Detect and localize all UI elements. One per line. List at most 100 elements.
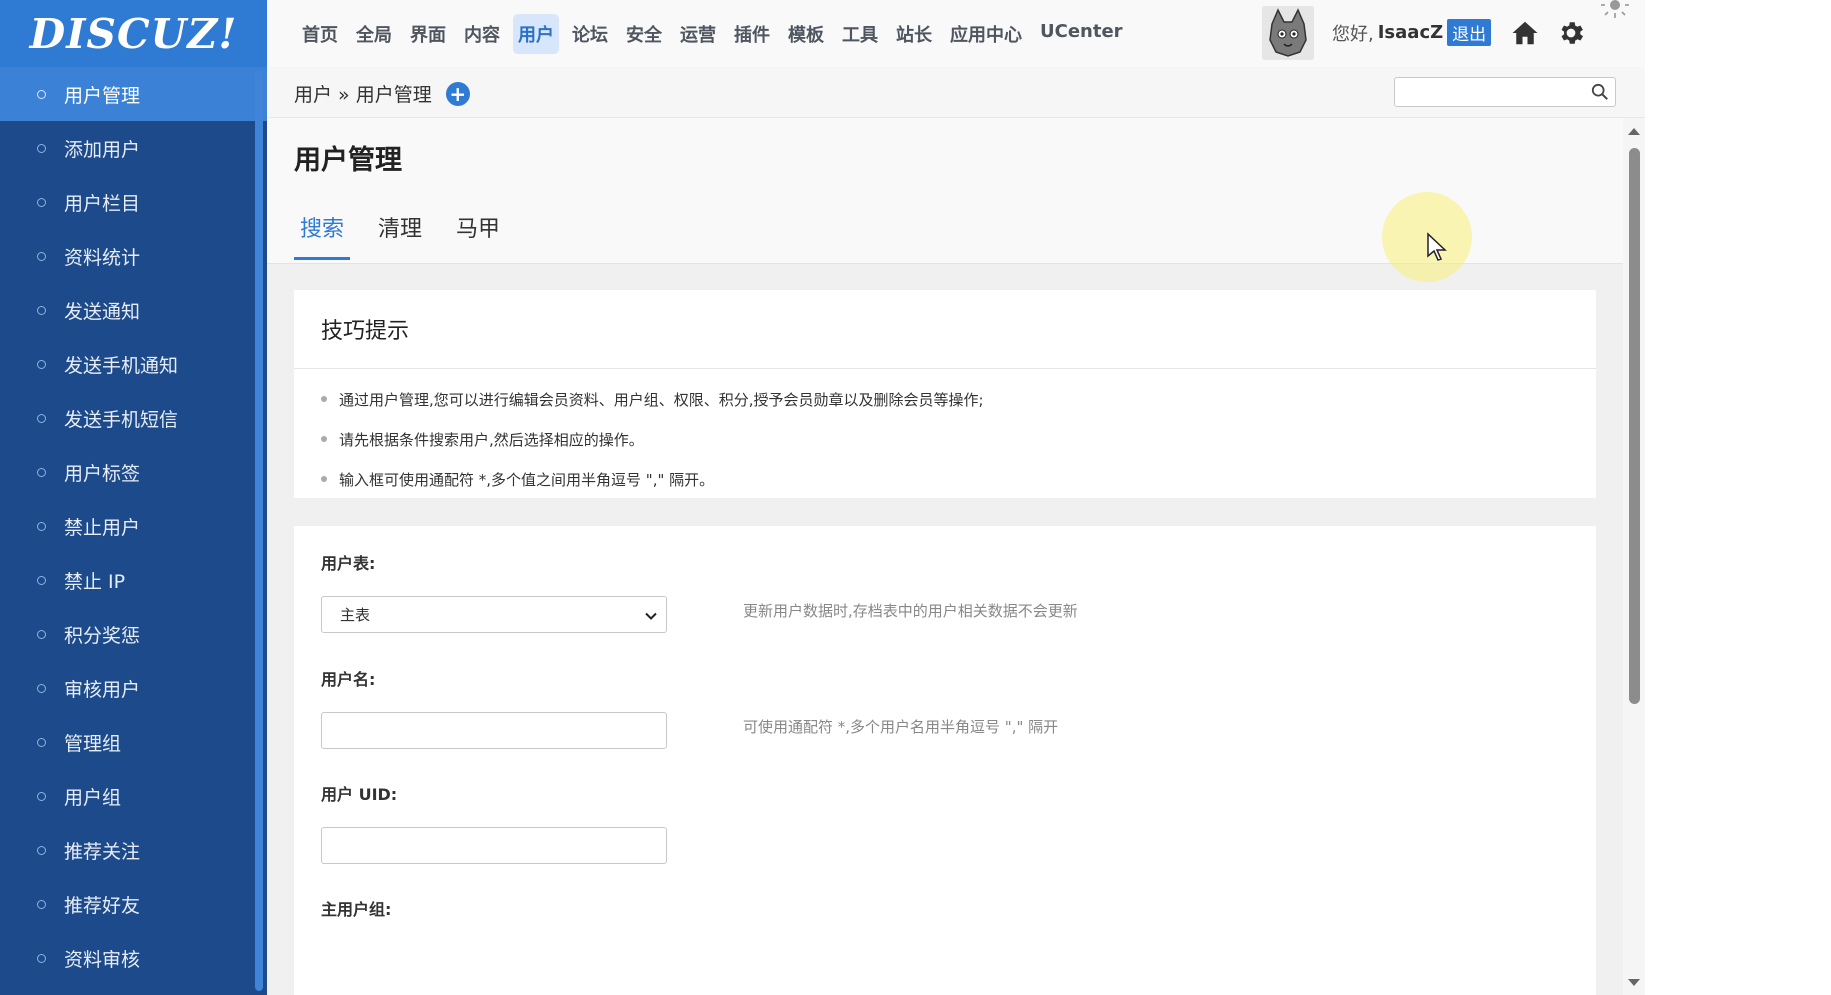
nav-item-forum[interactable]: 论坛: [567, 14, 613, 54]
scroll-down-icon[interactable]: [1627, 978, 1641, 988]
bullet-icon: [37, 737, 46, 747]
tip-item: 输入框可使用通配符 *,多个值之间用半角逗号 "," 隔开。: [321, 459, 1596, 499]
sidebar-item-label: 资料审核: [64, 948, 141, 971]
nav-item-home[interactable]: 首页: [297, 14, 343, 54]
sidebar-item-credit-rewards[interactable]: 积分奖惩: [0, 607, 267, 661]
scroll-thumb[interactable]: [1629, 148, 1640, 704]
avatar[interactable]: [1262, 6, 1314, 60]
logo: DISCUZ!: [0, 0, 267, 67]
username-input[interactable]: [321, 712, 667, 749]
moon-icon[interactable]: [1622, 18, 1648, 48]
user-table-select[interactable]: 主表: [321, 596, 667, 633]
sidebar-item-user-tags[interactable]: 用户标签: [0, 445, 267, 499]
sidebar-item-label: 用户管理: [64, 84, 141, 107]
bullet-icon: [37, 953, 46, 963]
sidebar-item-add-user[interactable]: 添加用户: [0, 121, 267, 175]
bullet-icon: [37, 791, 46, 801]
user-table-hint: 更新用户数据时,存档表中的用户相关数据不会更新: [743, 602, 1078, 620]
bullet-icon: [37, 143, 46, 153]
search-icon[interactable]: [1591, 83, 1609, 101]
bullet-icon: [37, 467, 46, 477]
sidebar-item-label: 用户组: [64, 786, 122, 809]
add-shortcut-icon[interactable]: +: [445, 81, 470, 106]
nav-item-operations[interactable]: 运营: [675, 14, 721, 54]
nav-item-content[interactable]: 内容: [459, 14, 505, 54]
sidebar-item-label: 添加用户: [64, 138, 141, 161]
nav-item-ucenter[interactable]: UCenter: [1035, 14, 1128, 54]
logout-button[interactable]: 退出: [1447, 19, 1492, 46]
nav-item-webmaster[interactable]: 站长: [891, 14, 937, 54]
sidebar-item-send-mobile-notice[interactable]: 发送手机通知: [0, 337, 267, 391]
nav-item-security[interactable]: 安全: [621, 14, 667, 54]
scroll-up-icon[interactable]: [1627, 126, 1641, 136]
sidebar-item-label: 用户栏目: [64, 192, 141, 215]
bullet-icon: [37, 899, 46, 909]
uid-input[interactable]: [321, 827, 667, 864]
sidebar-item-label: 积分奖惩: [64, 624, 141, 647]
search-input[interactable]: [1400, 78, 1594, 106]
sidebar-item-ban-user[interactable]: 禁止用户: [0, 499, 267, 553]
sidebar-item-label: 管理组: [64, 732, 122, 755]
chevron-down-icon: [645, 612, 657, 620]
tips-panel: 技巧提示 通过用户管理,您可以进行编辑会员资料、用户组、权限、积分,授予会员勋章…: [294, 290, 1596, 498]
tip-item: 通过用户管理,您可以进行编辑会员资料、用户组、权限、积分,授予会员勋章以及删除会…: [321, 379, 1596, 419]
uid-label: 用户 UID:: [321, 785, 398, 804]
sidebar-scrollbar[interactable]: [255, 71, 263, 991]
nav-item-tools[interactable]: 工具: [837, 14, 883, 54]
main-group-label: 主用户组:: [321, 900, 392, 919]
sidebar-item-recommend-follow[interactable]: 推荐关注: [0, 823, 267, 877]
sidebar-item-label: 用户标签: [64, 462, 141, 485]
username-label: 用户名:: [321, 670, 376, 689]
nav-item-interface[interactable]: 界面: [405, 14, 451, 54]
tip-item: 请先根据条件搜索用户,然后选择相应的操作。: [321, 419, 1596, 459]
sidebar-item-label: 禁止 IP: [64, 570, 126, 593]
sidebar-item-ban-ip[interactable]: 禁止 IP: [0, 553, 267, 607]
nav-item-plugins[interactable]: 插件: [729, 14, 775, 54]
sidebar-item-user-groups[interactable]: 用户组: [0, 769, 267, 823]
sidebar: 用户管理 添加用户 用户栏目 资料统计 发送通知 发送手机通知 发送手机短信 用…: [0, 67, 267, 995]
breadcrumb: 用户 » 用户管理 +: [294, 80, 470, 107]
page-scrollbar[interactable]: [1623, 118, 1645, 995]
tab-alias[interactable]: 马甲: [450, 211, 506, 260]
tips-list: 通过用户管理,您可以进行编辑会员资料、用户组、权限、积分,授予会员勋章以及删除会…: [294, 379, 1596, 499]
mouse-pointer-icon: [1427, 232, 1447, 261]
home-icon[interactable]: [1510, 18, 1540, 48]
nav-item-global[interactable]: 全局: [351, 14, 397, 54]
nav-item-users[interactable]: 用户: [513, 14, 559, 54]
user-table-selected: 主表: [340, 606, 371, 624]
bullet-icon: [37, 359, 46, 369]
breadcrumb-bar: 用户 » 用户管理 +: [267, 67, 1645, 118]
search-box[interactable]: [1394, 77, 1616, 107]
sidebar-item-label: 发送手机短信: [64, 408, 179, 431]
nav-item-app-center[interactable]: 应用中心: [945, 14, 1027, 54]
sidebar-item-label: 审核用户: [64, 678, 141, 701]
sidebar-item-profile-stats[interactable]: 资料统计: [0, 229, 267, 283]
tab-clean[interactable]: 清理: [372, 211, 428, 260]
username: IsaacZ: [1377, 22, 1444, 43]
sidebar-item-label: 资料统计: [64, 246, 141, 269]
sidebar-item-send-notice[interactable]: 发送通知: [0, 283, 267, 337]
sidebar-item-moderate-users[interactable]: 审核用户: [0, 661, 267, 715]
user-greeting: 您好, IsaacZ 退出: [1332, 19, 1492, 46]
sidebar-item-admin-groups[interactable]: 管理组: [0, 715, 267, 769]
gear-icon[interactable]: [1556, 18, 1586, 48]
nav-item-templates[interactable]: 模板: [783, 14, 829, 54]
bullet-icon: [37, 305, 46, 315]
bullet-icon: [37, 629, 46, 639]
top-navigation-bar: 首页 全局 界面 内容 用户 论坛 安全 运营 插件 模板 工具 站长 应用中心…: [267, 0, 1645, 68]
bullet-icon: [37, 251, 46, 261]
sidebar-item-user-fields[interactable]: 用户栏目: [0, 175, 267, 229]
sidebar-item-user-management[interactable]: 用户管理: [0, 67, 267, 121]
sidebar-item-label: 推荐关注: [64, 840, 141, 863]
sidebar-item-profile-review[interactable]: 资料审核: [0, 931, 267, 985]
breadcrumb-text: 用户 » 用户管理: [294, 84, 432, 106]
sidebar-item-recommend-friends[interactable]: 推荐好友: [0, 877, 267, 931]
sidebar-item-label: 禁止用户: [64, 516, 141, 539]
sidebar-item-label: 推荐好友: [64, 894, 141, 917]
tips-title: 技巧提示: [294, 290, 1596, 369]
tab-search[interactable]: 搜索: [294, 211, 351, 260]
bullet-icon: [37, 845, 46, 855]
sidebar-item-send-sms[interactable]: 发送手机短信: [0, 391, 267, 445]
sidebar-item-label: 发送通知: [64, 300, 141, 323]
search-form: 用户表: 主表 更新用户数据时,存档表中的用户相关数据不会更新 用户名: 可使用…: [294, 526, 1596, 995]
